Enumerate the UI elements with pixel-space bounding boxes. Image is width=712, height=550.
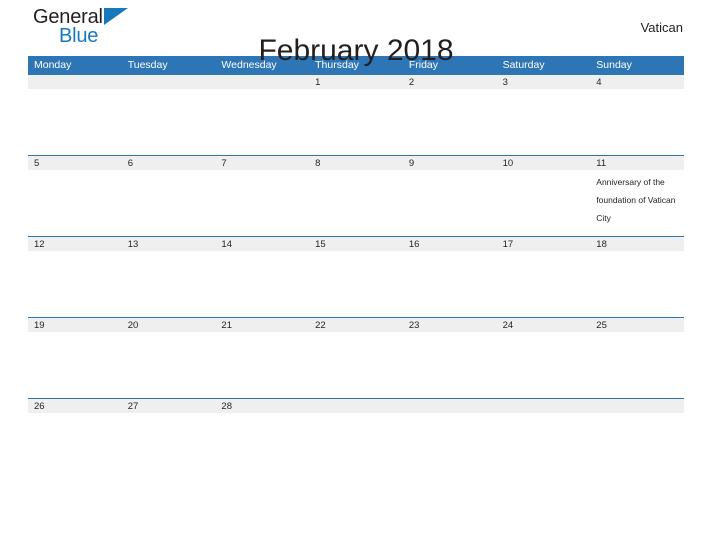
week-number-band: 26 27 28 bbox=[28, 398, 684, 413]
day-cell[interactable] bbox=[497, 170, 591, 236]
week-number-band: 1 2 3 4 bbox=[28, 74, 684, 89]
day-cell[interactable] bbox=[403, 170, 497, 236]
day-number[interactable]: 7 bbox=[215, 156, 309, 171]
day-cell[interactable] bbox=[403, 251, 497, 317]
day-cell[interactable] bbox=[122, 332, 216, 398]
calendar-week-row: 26 27 28 bbox=[28, 398, 684, 443]
day-number[interactable]: 11 bbox=[590, 156, 684, 171]
day-number[interactable]: 2 bbox=[403, 75, 497, 90]
page-title: February 2018 bbox=[258, 34, 454, 68]
day-cell[interactable] bbox=[497, 89, 591, 155]
day-number[interactable]: 13 bbox=[122, 237, 216, 252]
day-cell[interactable] bbox=[215, 89, 309, 155]
day-cell[interactable] bbox=[215, 170, 309, 236]
day-cell[interactable] bbox=[28, 413, 122, 443]
day-number[interactable]: 14 bbox=[215, 237, 309, 252]
day-cell[interactable] bbox=[403, 413, 497, 443]
day-number[interactable]: 19 bbox=[28, 318, 122, 333]
day-event-text: Anniversary of the foundation of Vatican… bbox=[596, 177, 676, 223]
week-number-band: 5 6 7 8 9 10 11 bbox=[28, 155, 684, 170]
day-cell[interactable] bbox=[497, 332, 591, 398]
day-cell[interactable] bbox=[497, 251, 591, 317]
week-number-band: 12 13 14 15 16 17 18 bbox=[28, 236, 684, 251]
day-number[interactable]: 28 bbox=[215, 399, 309, 414]
day-number[interactable]: 17 bbox=[497, 237, 591, 252]
week-event-band bbox=[28, 251, 684, 317]
logo-text-general: General bbox=[33, 6, 103, 28]
day-cell[interactable]: Anniversary of the foundation of Vatican… bbox=[590, 170, 684, 236]
calendar-week-row: 19 20 21 22 23 24 25 bbox=[28, 317, 684, 398]
day-cell[interactable] bbox=[215, 251, 309, 317]
day-cell[interactable] bbox=[215, 413, 309, 443]
day-number[interactable]: 21 bbox=[215, 318, 309, 333]
calendar-week-row: 12 13 14 15 16 17 18 bbox=[28, 236, 684, 317]
calendar-page: General Blue February 2018 Vatican Monda… bbox=[0, 0, 712, 550]
logo-top-row: General bbox=[33, 5, 183, 27]
day-number[interactable] bbox=[497, 399, 591, 414]
day-cell[interactable] bbox=[590, 332, 684, 398]
day-number[interactable]: 16 bbox=[403, 237, 497, 252]
triangle-flag-icon bbox=[103, 8, 128, 25]
week-event-band bbox=[28, 413, 684, 443]
day-number[interactable] bbox=[28, 75, 122, 90]
region-label: Vatican bbox=[640, 20, 683, 35]
day-cell[interactable] bbox=[122, 251, 216, 317]
day-number[interactable]: 26 bbox=[28, 399, 122, 414]
day-number[interactable] bbox=[590, 399, 684, 414]
day-number[interactable] bbox=[309, 399, 403, 414]
day-cell[interactable] bbox=[309, 413, 403, 443]
day-cell[interactable] bbox=[309, 251, 403, 317]
day-cell[interactable] bbox=[590, 89, 684, 155]
day-number[interactable]: 24 bbox=[497, 318, 591, 333]
week-event-band bbox=[28, 332, 684, 398]
day-cell[interactable] bbox=[309, 89, 403, 155]
day-number[interactable]: 9 bbox=[403, 156, 497, 171]
day-number[interactable] bbox=[122, 75, 216, 90]
day-number[interactable]: 22 bbox=[309, 318, 403, 333]
day-number[interactable]: 10 bbox=[497, 156, 591, 171]
day-cell[interactable] bbox=[497, 413, 591, 443]
day-cell[interactable] bbox=[28, 89, 122, 155]
day-number[interactable]: 27 bbox=[122, 399, 216, 414]
day-cell[interactable] bbox=[28, 170, 122, 236]
day-number[interactable]: 12 bbox=[28, 237, 122, 252]
calendar-week-row: 1 2 3 4 bbox=[28, 74, 684, 155]
day-cell[interactable] bbox=[28, 332, 122, 398]
day-number[interactable] bbox=[403, 399, 497, 414]
calendar-week-row: 5 6 7 8 9 10 11 Anniversary of the found… bbox=[28, 155, 684, 236]
day-number[interactable] bbox=[215, 75, 309, 90]
day-number[interactable]: 20 bbox=[122, 318, 216, 333]
day-cell[interactable] bbox=[590, 251, 684, 317]
day-cell[interactable] bbox=[122, 413, 216, 443]
day-number[interactable]: 5 bbox=[28, 156, 122, 171]
day-number[interactable]: 23 bbox=[403, 318, 497, 333]
day-cell[interactable] bbox=[28, 251, 122, 317]
day-cell[interactable] bbox=[215, 332, 309, 398]
week-event-band bbox=[28, 89, 684, 155]
day-number[interactable]: 6 bbox=[122, 156, 216, 171]
week-event-band: Anniversary of the foundation of Vatican… bbox=[28, 170, 684, 236]
page-header: General Blue February 2018 Vatican bbox=[28, 0, 684, 67]
day-cell[interactable] bbox=[309, 170, 403, 236]
day-cell[interactable] bbox=[122, 170, 216, 236]
calendar-grid: Monday Tuesday Wednesday Thursday Friday… bbox=[28, 56, 684, 443]
day-cell[interactable] bbox=[403, 332, 497, 398]
day-number[interactable]: 25 bbox=[590, 318, 684, 333]
day-cell[interactable] bbox=[122, 89, 216, 155]
day-number[interactable]: 4 bbox=[590, 75, 684, 90]
week-number-band: 19 20 21 22 23 24 25 bbox=[28, 317, 684, 332]
day-number[interactable]: 3 bbox=[497, 75, 591, 90]
day-cell[interactable] bbox=[309, 332, 403, 398]
day-cell[interactable] bbox=[403, 89, 497, 155]
day-number[interactable]: 8 bbox=[309, 156, 403, 171]
day-number[interactable]: 15 bbox=[309, 237, 403, 252]
day-cell[interactable] bbox=[590, 413, 684, 443]
day-number[interactable]: 18 bbox=[590, 237, 684, 252]
day-number[interactable]: 1 bbox=[309, 75, 403, 90]
